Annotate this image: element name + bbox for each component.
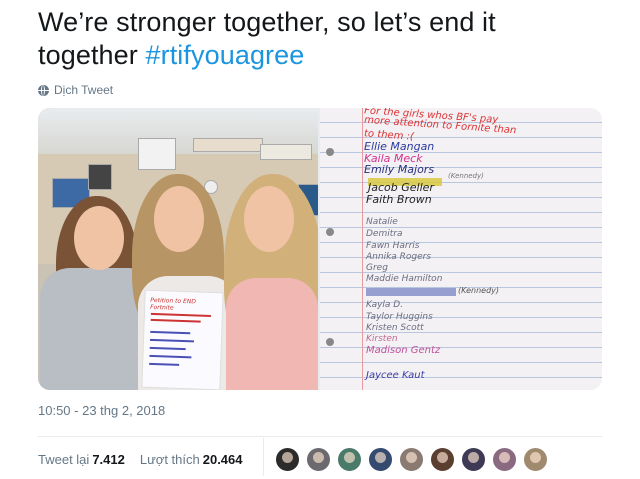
signature-12: Kayla D. [366,300,404,310]
binder-hole [326,338,334,346]
liker-avatar[interactable] [399,447,424,472]
signature-11: Maddie Hamilton [366,274,443,284]
signature-7: Demitra [366,229,403,239]
wall-tv [88,164,112,190]
petition-title: Petition to END Fortnite [149,296,197,312]
hashtag-link[interactable]: #rtifyouagree [145,40,304,70]
photo-girls-with-petition[interactable]: Petition to END Fortnite [38,108,318,390]
signature-14: Kristen Scott [366,323,424,333]
signature-17: Jaycee Kaut [366,370,425,381]
binder-hole [326,228,334,236]
paper-margin [362,108,363,390]
tweet-media[interactable]: Petition to END Fortnite For the girls w… [38,108,602,390]
globe-icon [38,84,49,96]
signature-16: Madison Gentz [366,345,441,356]
liker-avatar[interactable] [492,447,517,472]
translate-label: Dịch Tweet [54,83,114,97]
likes-count: 20.464 [202,451,243,467]
retweets-stat[interactable]: Tweet lại 7.412 [38,452,125,467]
tweet-timestamp[interactable]: 10:50 - 23 thg 2, 2018 [38,403,165,418]
signature-5: Faith Brown [366,193,432,206]
signature-15: Kirsten [366,334,398,344]
retweets-label: Tweet lại [38,451,90,467]
photo-petition-closeup[interactable]: For the girls whos BF's pay more attenti… [320,108,602,390]
liker-avatar[interactable] [275,447,300,472]
tweet-text: We’re stronger together, so let’s end it… [38,6,618,72]
signature-3: Emily Majors [364,163,435,176]
liker-avatar[interactable] [306,447,331,472]
wall-banner [193,138,263,152]
translate-tweet-button[interactable]: Dịch Tweet [38,82,113,98]
likes-label: Lượt thích [139,451,200,467]
tweet-text-plain: together [38,40,146,70]
signature-8: Fawn Harris [366,241,420,251]
wall-sign [260,144,312,160]
signature-annotation-2: (Kennedy) [458,286,499,295]
signature-9: Annika Rogers [366,252,432,262]
likes-stat[interactable]: Lượt thích 20.464 [140,452,243,467]
liker-avatar[interactable] [461,447,486,472]
signature-13: Taylor Huggins [366,312,433,322]
signature-annotation-1: (Kennedy) [448,172,484,180]
liker-avatars [275,447,548,472]
retweets-count: 7.412 [92,451,125,467]
liker-avatar[interactable] [523,447,548,472]
tweet-text-line2: together #rtifyouagree [38,39,618,72]
signature-10: Greg [366,263,388,273]
blue-scribble [366,288,456,296]
liker-avatar[interactable] [430,447,455,472]
stats-top-divider [38,436,602,437]
tweet-stats: Tweet lại 7.412 Lượt thích 20.464 [38,446,243,472]
petition-sheet: Petition to END Fortnite [141,289,224,390]
stats-separator [263,438,264,476]
signature-6: Natalie [366,217,398,227]
tweet-text-line1: We’re stronger together, so let’s end it [38,7,496,37]
liker-avatar[interactable] [368,447,393,472]
binder-hole [326,148,334,156]
liker-avatar[interactable] [337,447,362,472]
wall-poster [138,138,176,170]
